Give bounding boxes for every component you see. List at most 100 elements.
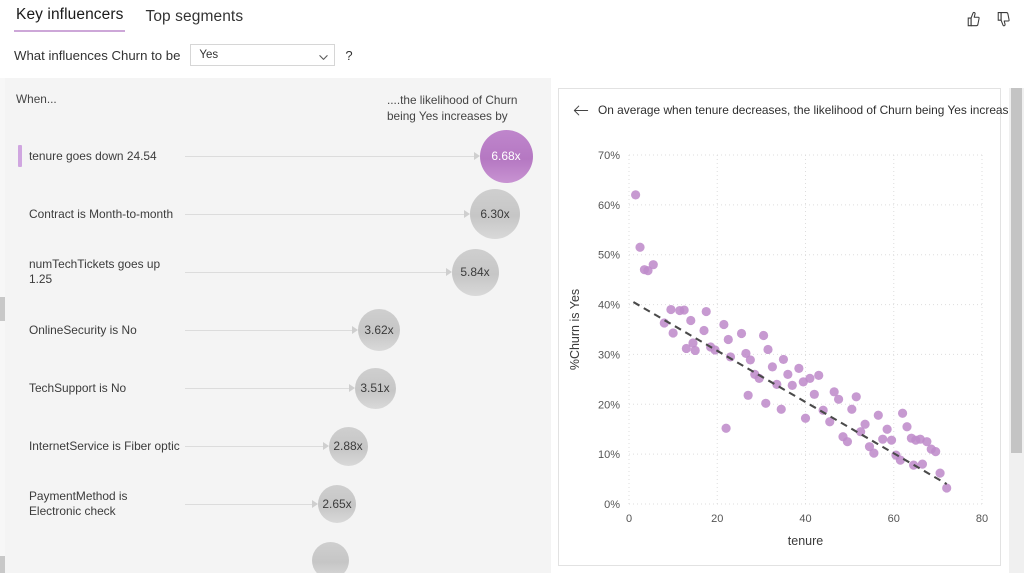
scatter-point[interactable] — [699, 325, 709, 336]
scatter-point[interactable] — [931, 447, 941, 457]
scatter-point[interactable] — [814, 370, 824, 380]
influence-bubble[interactable] — [311, 541, 349, 573]
connector-arrow-icon — [322, 442, 329, 450]
scatter-point[interactable] — [736, 328, 747, 339]
scatter-point[interactable] — [873, 410, 883, 420]
influence-bubble[interactable]: 2.88x — [328, 426, 368, 466]
scatter-point[interactable] — [721, 423, 731, 433]
chart-scrollbar[interactable] — [1009, 88, 1024, 573]
scatter-point[interactable] — [745, 355, 755, 365]
scatter-point[interactable] — [701, 306, 711, 317]
column-header-when: When... — [16, 92, 57, 106]
connector-line — [185, 272, 446, 273]
scatter-point[interactable] — [763, 344, 773, 355]
influence-bubble[interactable]: 3.62x — [358, 309, 400, 351]
influence-bubble[interactable]: 3.51x — [354, 367, 396, 409]
scatter-point[interactable] — [833, 394, 844, 404]
scatter-point[interactable] — [882, 424, 892, 434]
influence-value: 3.51x — [360, 381, 390, 395]
scatter-point[interactable] — [723, 334, 733, 345]
tab-bar: Key influencers Top segments — [14, 6, 245, 32]
scatter-point[interactable] — [935, 468, 945, 478]
scatter-point[interactable] — [776, 404, 786, 414]
thumbs-up-icon[interactable] — [963, 10, 982, 29]
scatter-point[interactable] — [679, 305, 689, 315]
influence-value: 2.88x — [333, 439, 363, 453]
connector-arrow-icon — [348, 384, 355, 392]
scatter-point[interactable] — [686, 315, 696, 326]
scatter-point[interactable] — [902, 422, 912, 432]
scatter-point[interactable] — [860, 419, 870, 429]
scatter-point[interactable] — [805, 373, 815, 383]
connector-line — [185, 388, 349, 389]
scatter-point[interactable] — [869, 448, 879, 458]
tab-top-segments[interactable]: Top segments — [143, 8, 245, 32]
scatter-point[interactable] — [851, 392, 861, 402]
influence-bubble[interactable]: 6.30x — [470, 189, 520, 239]
feedback-icons — [963, 10, 1012, 29]
scatter-point[interactable] — [942, 483, 952, 493]
scatter-point[interactable] — [648, 260, 658, 270]
scatter-point[interactable] — [758, 330, 769, 341]
scatter-point[interactable] — [778, 354, 789, 365]
y-axis-ticks: 0% 10% 20% 30% 40% 50% 60% 70% — [598, 150, 620, 511]
influence-value: 2.65x — [322, 497, 352, 511]
scatter-point[interactable] — [897, 408, 908, 418]
scatter-point[interactable] — [878, 434, 888, 444]
svg-text:40: 40 — [799, 513, 811, 525]
connector-line — [185, 446, 323, 447]
influence-bubble[interactable]: 5.84x — [451, 248, 499, 296]
scatter-point[interactable] — [631, 190, 641, 200]
x-axis-ticks: 0 20 40 60 80 — [626, 513, 988, 525]
influence-value: 3.62x — [364, 323, 394, 337]
influencer-label: tenure goes down 24.54 — [29, 148, 157, 163]
y-axis-label: %Churn is Yes — [568, 289, 582, 370]
scatter-point[interactable] — [787, 380, 797, 390]
connector-line — [185, 214, 464, 215]
thumbs-down-icon[interactable] — [993, 10, 1012, 29]
svg-text:70%: 70% — [598, 150, 620, 162]
svg-text:60: 60 — [888, 513, 900, 525]
scatter-point[interactable] — [847, 404, 857, 414]
scatter-point[interactable] — [767, 362, 778, 372]
scatter-point[interactable] — [842, 437, 853, 447]
detail-chart-panel: On average when tenure decreases, the li… — [558, 88, 1024, 566]
scatter-point[interactable] — [635, 242, 645, 252]
scatter-point[interactable] — [761, 398, 771, 408]
connector-line — [185, 504, 312, 505]
influencer-label: InternetService is Fiber optic — [29, 438, 180, 453]
scatter-point[interactable] — [800, 413, 811, 423]
tab-key-influencers[interactable]: Key influencers — [14, 6, 126, 32]
svg-text:60%: 60% — [598, 200, 620, 212]
influence-bubble[interactable]: 2.65x — [318, 485, 356, 523]
filter-label: What influences Churn to be — [14, 47, 181, 63]
scatter-point[interactable] — [668, 328, 678, 338]
back-arrow-icon[interactable] — [573, 104, 589, 117]
influence-bubble-selected[interactable]: 6.68x — [479, 129, 533, 183]
chevron-down-icon — [318, 50, 329, 60]
scatter-point[interactable] — [666, 304, 676, 315]
scatter-point[interactable] — [809, 389, 819, 399]
scatter-point[interactable] — [690, 345, 700, 356]
scatter-point[interactable] — [719, 319, 729, 330]
chart-scrollbar-thumb[interactable] — [1011, 88, 1022, 453]
target-value-dropdown[interactable]: Yes — [190, 44, 336, 66]
influence-value: 5.84x — [460, 265, 490, 279]
influence-value: 6.30x — [480, 207, 510, 221]
scatter-points — [631, 190, 952, 493]
influencer-label: OnlineSecurity is No — [29, 322, 137, 337]
connector-line — [185, 156, 474, 157]
connector-line — [185, 330, 352, 331]
scatter-point[interactable] — [743, 390, 753, 400]
influencers-panel: When... ....the likelihood of Churn bein… — [5, 78, 551, 573]
help-button[interactable]: ? — [345, 48, 352, 63]
svg-text:10%: 10% — [598, 449, 620, 461]
chart-title: On average when tenure decreases, the li… — [598, 103, 1024, 117]
connector-arrow-icon — [445, 268, 452, 276]
svg-text:80: 80 — [976, 513, 988, 525]
scatter-point[interactable] — [783, 369, 793, 379]
scatter-point[interactable] — [794, 363, 804, 373]
chart-title-row: On average when tenure decreases, the li… — [573, 103, 1024, 117]
scatter-plot-svg: 0% 10% 20% 30% 40% 50% 60% 70% 0 20 40 60 80 tenure %C… — [568, 150, 988, 548]
scatter-point[interactable] — [886, 435, 897, 445]
